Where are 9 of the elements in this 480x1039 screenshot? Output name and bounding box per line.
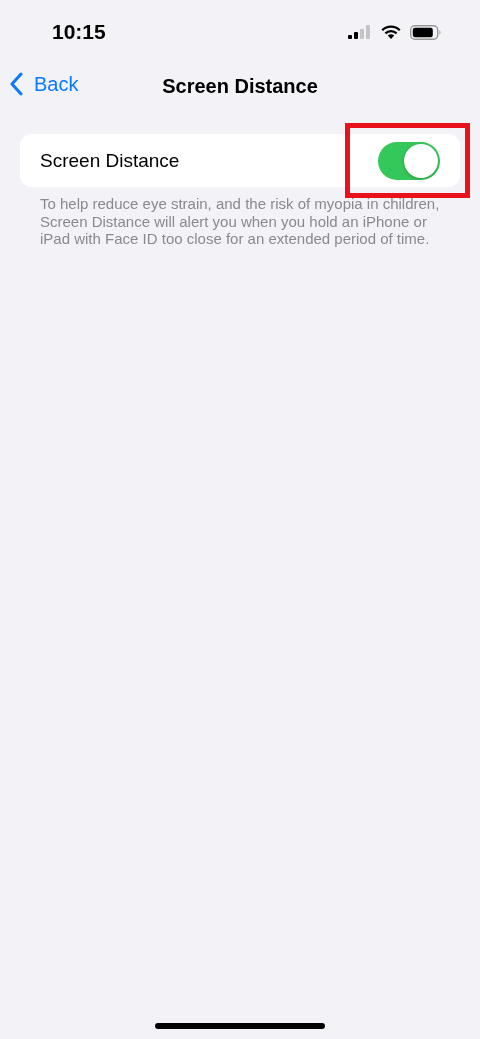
setting-label: Screen Distance — [40, 149, 180, 172]
setting-description: To help reduce eye strain, and the risk of myopia in children, Screen Distance will alert you when you hold an iPhone or iPad with Face ID too close for an extended period of time. — [40, 195, 440, 248]
back-button[interactable]: Back — [10, 72, 79, 96]
page-title: Screen Distance — [162, 74, 318, 98]
status-time: 10:15 — [52, 20, 106, 44]
signal-icon — [348, 25, 372, 39]
wifi-icon — [381, 25, 401, 39]
back-chevron-icon — [10, 72, 24, 96]
toggle-switch[interactable] — [378, 141, 440, 180]
